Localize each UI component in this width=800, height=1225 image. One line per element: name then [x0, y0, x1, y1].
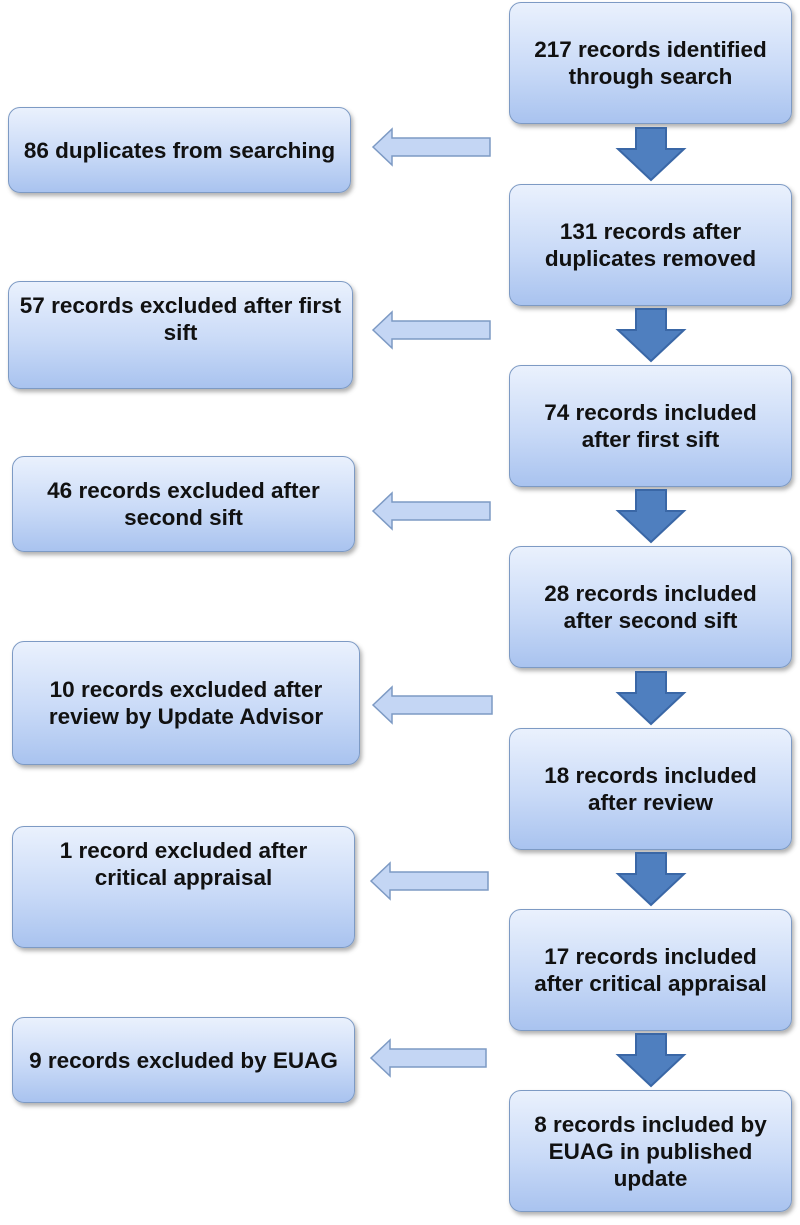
left-arrow-icon [371, 685, 494, 725]
exclusion-box-second-sift: 46 records excluded after second sift [12, 456, 355, 552]
exclusion-box-first-sift: 57 records excluded after first sift [8, 281, 353, 389]
down-arrow-icon [615, 489, 687, 544]
exclusion-box-duplicates: 86 duplicates from searching [8, 107, 351, 193]
step-text: 8 records included by EUAG in published … [534, 1111, 767, 1191]
step-box-appraisal-included: 17 records included after critical appra… [509, 909, 792, 1031]
exclusion-text: 10 records excluded after review by Upda… [48, 677, 324, 729]
exclusion-text: 57 records excluded after first sift [19, 293, 342, 345]
step-box-first-sift-included: 74 records included after first sift [509, 365, 792, 487]
down-arrow-icon [615, 671, 687, 726]
step-box-deduplicated: 131 records after duplicates removed [509, 184, 792, 306]
left-arrow-icon [371, 310, 492, 350]
left-arrow-icon [371, 491, 492, 531]
down-arrow-icon [615, 127, 687, 182]
down-arrow-icon [615, 308, 687, 363]
left-arrow-icon [371, 127, 492, 167]
down-arrow-icon [615, 1033, 687, 1088]
step-text: 131 records after duplicates removed [544, 219, 757, 271]
step-box-euag-included: 8 records included by EUAG in published … [509, 1090, 792, 1212]
exclusion-text: 46 records excluded after second sift [47, 478, 320, 530]
left-arrow-icon [369, 861, 490, 901]
exclusion-text: 9 records excluded by EUAG [29, 1047, 338, 1073]
exclusion-text: 1 record excluded after critical apprais… [59, 838, 308, 890]
step-text: 28 records included after second sift [544, 581, 757, 633]
step-box-review-included: 18 records included after review [509, 728, 792, 850]
step-text: 18 records included after review [544, 763, 757, 815]
step-text: 17 records included after critical appra… [534, 944, 767, 996]
down-arrow-icon [615, 852, 687, 907]
step-text: 217 records identified through search [534, 37, 767, 89]
exclusion-box-euag: 9 records excluded by EUAG [12, 1017, 355, 1103]
exclusion-text: 86 duplicates from searching [23, 137, 336, 163]
step-box-identified: 217 records identified through search [509, 2, 792, 124]
left-arrow-icon [369, 1038, 488, 1078]
step-box-second-sift-included: 28 records included after second sift [509, 546, 792, 668]
exclusion-box-review: 10 records excluded after review by Upda… [12, 641, 360, 765]
step-text: 74 records included after first sift [544, 400, 757, 452]
exclusion-box-appraisal: 1 record excluded after critical apprais… [12, 826, 355, 948]
